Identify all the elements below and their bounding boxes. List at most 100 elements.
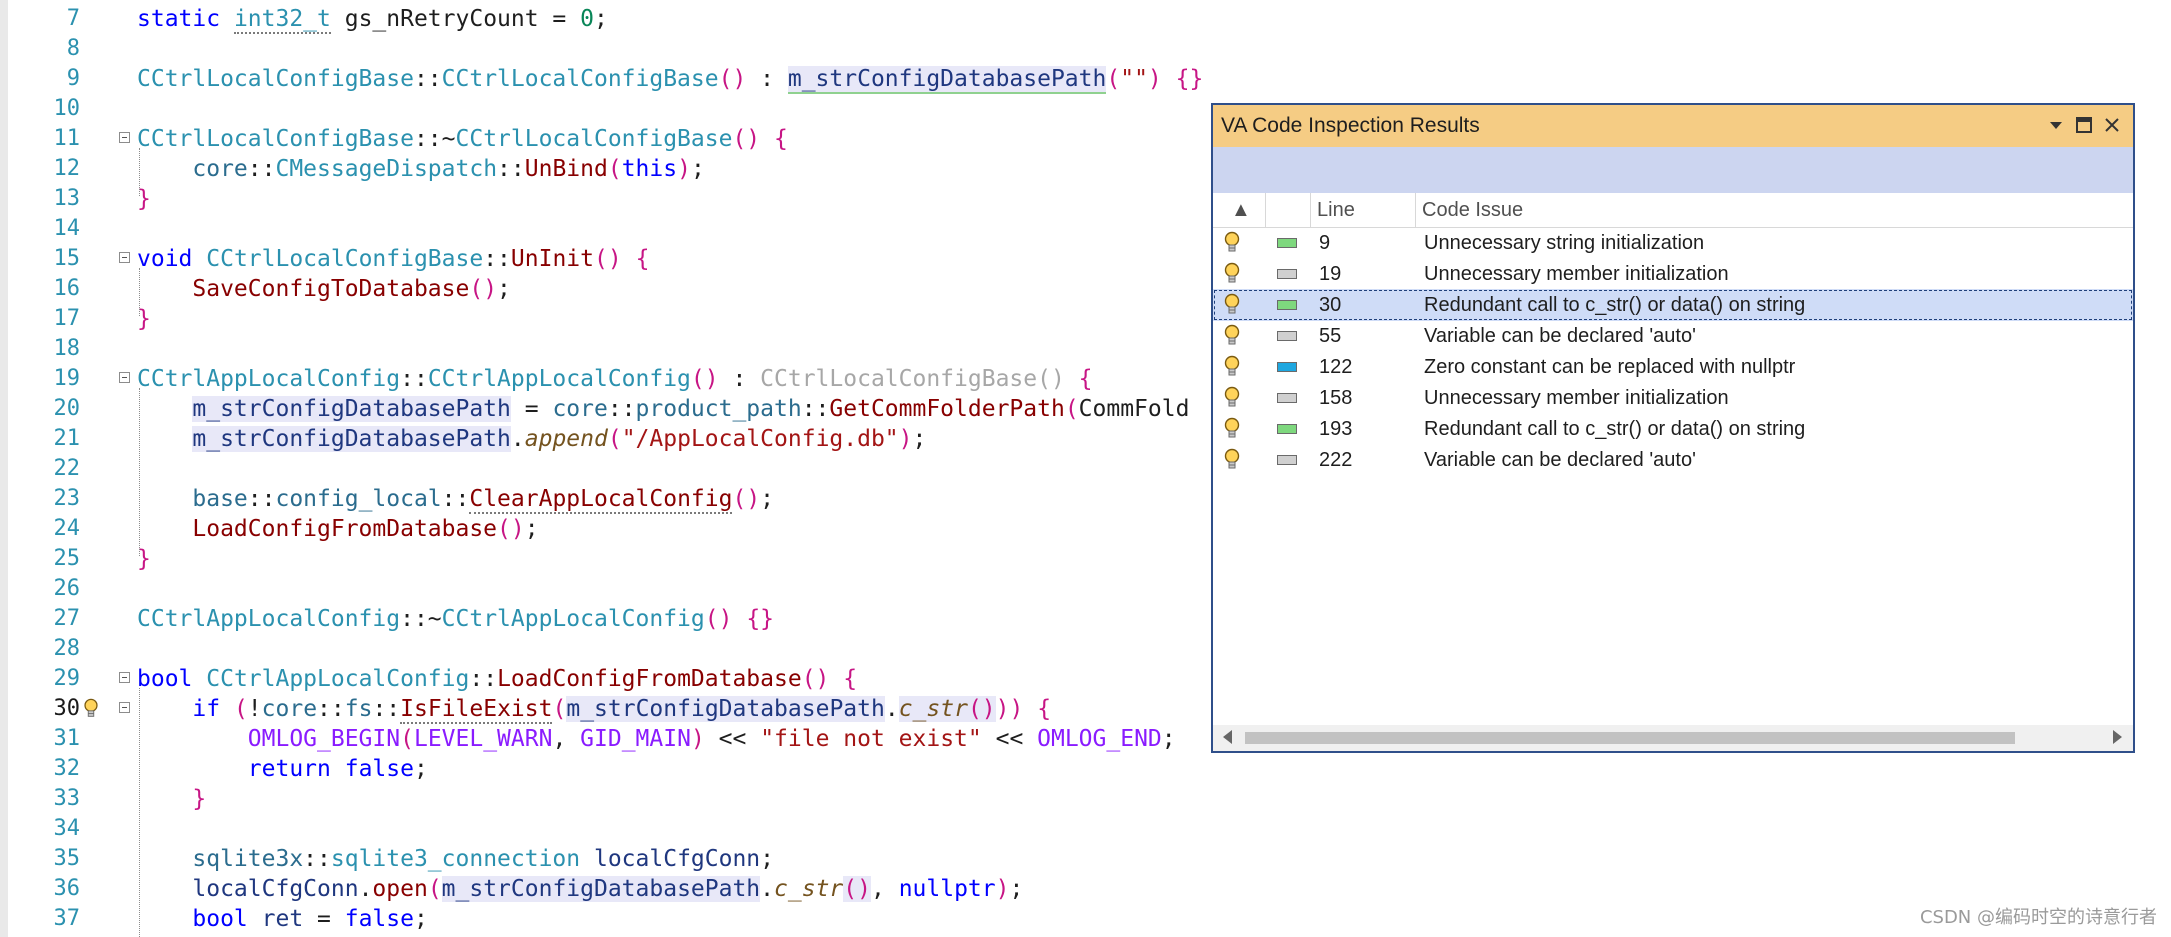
maximize-icon[interactable] (2073, 114, 2095, 136)
severity-column-header[interactable] (1265, 193, 1310, 227)
line-number: 7 (66, 6, 80, 31)
watermark: CSDN @编码时空的诗意行者 (1919, 907, 2157, 928)
collapse-icon[interactable] (119, 372, 130, 383)
code-text: sqlite3x::sqlite3_connection localCfgCon… (137, 844, 774, 874)
line-number: 32 (53, 756, 81, 781)
code-token: ) (995, 876, 1010, 902)
results-list[interactable]: 9 Unnecessary string initialization 19 Unne… (1213, 227, 2133, 687)
code-line[interactable]: 33 } (0, 784, 2171, 814)
code-token: = (510, 396, 553, 422)
scroll-left-icon[interactable] (1223, 730, 1232, 744)
scope-guide (139, 688, 140, 937)
horizontal-scrollbar[interactable] (1213, 725, 2133, 751)
issue-column-header[interactable]: Code Issue (1415, 193, 2133, 227)
result-row[interactable]: 30 Redundant call to c_str() or data() on… (1213, 289, 2133, 321)
line-number: 25 (53, 546, 81, 571)
code-text: CCtrlLocalConfigBase::~CCtrlLocalConfigB… (137, 124, 788, 154)
code-token: ( (1064, 396, 1079, 422)
line-number: 12 (53, 156, 81, 181)
severity-indicator (1277, 393, 1297, 403)
result-row[interactable]: 122 Zero constant can be replaced with nu… (1213, 351, 2133, 383)
code-token: . (358, 876, 373, 902)
code-token: () (967, 696, 996, 722)
result-issue-text: Zero constant can be replaced with nullp… (1424, 356, 1796, 378)
collapse-icon[interactable] (119, 132, 130, 143)
code-token: CCtrlLocalConfigBase (137, 66, 414, 92)
line-number: 24 (53, 516, 81, 541)
code-token: c_str (774, 876, 844, 902)
code-token: ( (400, 726, 414, 752)
code-token: m_strConfigDatabasePath (192, 396, 511, 422)
result-row[interactable]: 9 Unnecessary string initialization (1213, 227, 2133, 259)
result-line-number: 222 (1319, 449, 1353, 471)
code-token: )) (995, 696, 1024, 722)
code-token: false (344, 906, 414, 932)
code-token: CCtrlAppLocalConfig (441, 606, 705, 632)
code-token: { (843, 666, 858, 692)
code-token: ::~ (400, 606, 442, 632)
code-token: CCtrlAppLocalConfig (427, 366, 691, 392)
code-line[interactable]: 8 (0, 34, 2171, 64)
code-token: :: (247, 486, 276, 512)
code-line[interactable]: 36 localCfgConn.open(m_strConfigDatabase… (0, 874, 2171, 904)
result-row[interactable]: 19 Unnecessary member initialization (1213, 258, 2133, 290)
code-token: m_strConfigDatabasePath (787, 66, 1107, 94)
panel-toolbar (1213, 147, 2133, 193)
scrollbar-thumb[interactable] (1245, 732, 2015, 744)
code-line[interactable]: 37 bool ret = false; (0, 904, 2171, 934)
code-line[interactable]: 9 CCtrlLocalConfigBase::CCtrlLocalConfigB… (0, 64, 2171, 94)
code-token: ; (593, 6, 608, 32)
result-issue-text: Unnecessary member initialization (1424, 263, 1729, 285)
code-token: LEVEL_WARN (413, 726, 553, 752)
code-token: LoadConfigFromDatabase (192, 516, 498, 542)
code-token: :: (607, 396, 636, 422)
code-line[interactable]: 34 (0, 814, 2171, 844)
code-token: CCtrlLocalConfigBase (441, 66, 719, 92)
code-inspection-panel[interactable]: VA Code Inspection Results ▲ Line Code I… (1211, 103, 2135, 753)
scroll-right-icon[interactable] (2113, 730, 2122, 744)
lightbulb-icon (1224, 386, 1240, 407)
code-text: return false; (137, 754, 428, 784)
code-token: if (192, 696, 234, 722)
code-token: UnInit (510, 246, 594, 272)
close-icon[interactable] (2101, 114, 2123, 136)
code-line[interactable]: 7 static int32_t gs_nRetryCount = 0; (0, 4, 2171, 34)
code-token: << (704, 726, 761, 752)
code-token: ( (607, 426, 622, 452)
lightbulb-icon (1224, 417, 1240, 438)
line-number: 20 (53, 396, 81, 421)
code-line[interactable]: 32 return false; (0, 754, 2171, 784)
lightbulb-icon (1224, 231, 1240, 252)
code-token: :: (372, 696, 401, 722)
result-issue-text: Unnecessary member initialization (1424, 387, 1729, 409)
line-number: 30 (53, 696, 81, 721)
code-token: ( (1106, 66, 1121, 92)
code-token: sqlite3_connection (330, 846, 581, 872)
code-token: UnBind (524, 156, 608, 182)
result-row[interactable]: 222 Variable can be declared 'auto' (1213, 444, 2133, 476)
result-line-number: 193 (1319, 418, 1353, 440)
collapse-icon[interactable] (119, 702, 130, 713)
code-line[interactable]: 35 sqlite3x::sqlite3_connection localCfg… (0, 844, 2171, 874)
result-row[interactable]: 55 Variable can be declared 'auto' (1213, 320, 2133, 352)
collapse-icon[interactable] (119, 672, 130, 683)
severity-indicator (1277, 300, 1297, 310)
code-token: :: (497, 156, 525, 182)
panel-title-bar[interactable]: VA Code Inspection Results (1213, 105, 2133, 147)
line-column-header[interactable]: Line (1310, 193, 1415, 227)
code-text: static int32_t gs_nRetryCount = 0; (137, 4, 608, 34)
sort-column-header[interactable]: ▲ (1213, 193, 1265, 227)
collapse-icon[interactable] (119, 252, 130, 263)
code-token: ; (413, 906, 428, 932)
chevron-down-icon[interactable] (2045, 114, 2067, 136)
result-row[interactable]: 193 Redundant call to c_str() or data() o… (1213, 413, 2133, 445)
severity-indicator (1277, 238, 1297, 248)
code-token: product_path (635, 396, 802, 422)
result-row[interactable]: 158 Unnecessary member initialization (1213, 382, 2133, 414)
severity-indicator (1277, 455, 1297, 465)
code-token: :: (303, 846, 331, 872)
code-token: ( (607, 156, 622, 182)
